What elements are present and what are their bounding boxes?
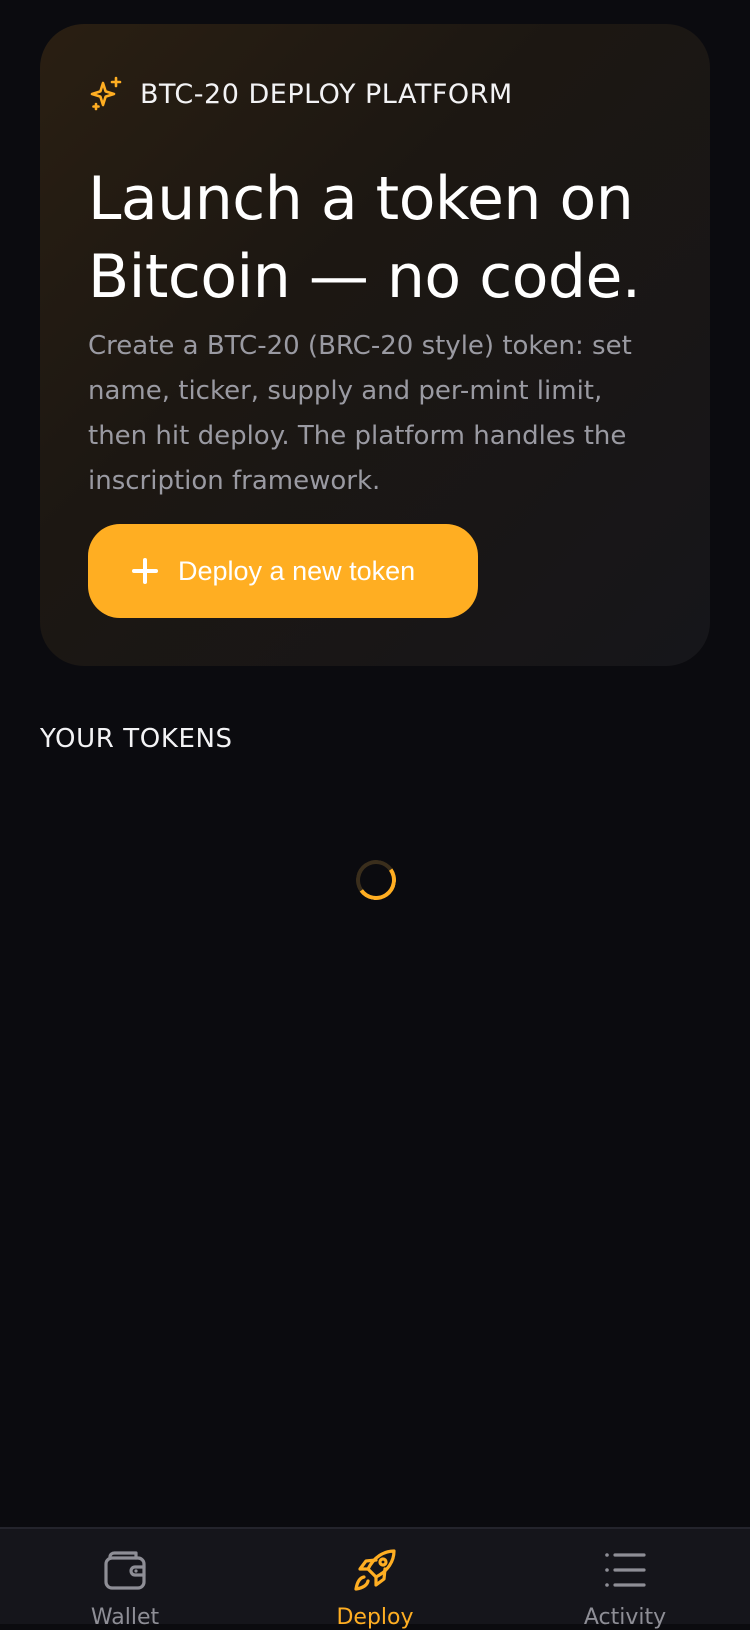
tab-wallet[interactable]: Wallet (0, 1529, 250, 1630)
deploy-new-token-button[interactable]: Deploy a new token (88, 524, 478, 618)
bottom-tab-bar: Wallet Deploy Activity (0, 1527, 750, 1630)
rocket-icon (350, 1545, 400, 1595)
loading-spinner-icon (352, 856, 400, 904)
hero-headline-line-1: Launch a token on (88, 164, 634, 234)
hero-headline: Launch a token on Bitcoin — no code. (88, 160, 688, 316)
tab-deploy[interactable]: Deploy (250, 1529, 500, 1630)
hero-headline-line-2: Bitcoin — no code. (88, 242, 641, 312)
tab-activity[interactable]: Activity (500, 1529, 750, 1630)
hero-card: BTC-20 DEPLOY PLATFORM Launch a token on… (40, 24, 710, 666)
plus-icon (132, 558, 158, 584)
tab-deploy-label: Deploy (336, 1605, 414, 1630)
list-icon (600, 1545, 650, 1595)
hero-description: Create a BTC-20 (BRC-20 style) token: se… (88, 331, 632, 496)
tab-activity-label: Activity (583, 1605, 667, 1630)
platform-badge-label: BTC-20 DEPLOY PLATFORM (140, 78, 513, 110)
platform-badge: BTC-20 DEPLOY PLATFORM (88, 72, 513, 116)
deploy-button-label: Deploy a new token (178, 555, 416, 586)
wallet-icon (100, 1545, 150, 1595)
tab-wallet-label: Wallet (90, 1605, 160, 1630)
sparkles-icon (88, 76, 124, 112)
your-tokens-heading: YOUR TOKENS (40, 724, 233, 754)
